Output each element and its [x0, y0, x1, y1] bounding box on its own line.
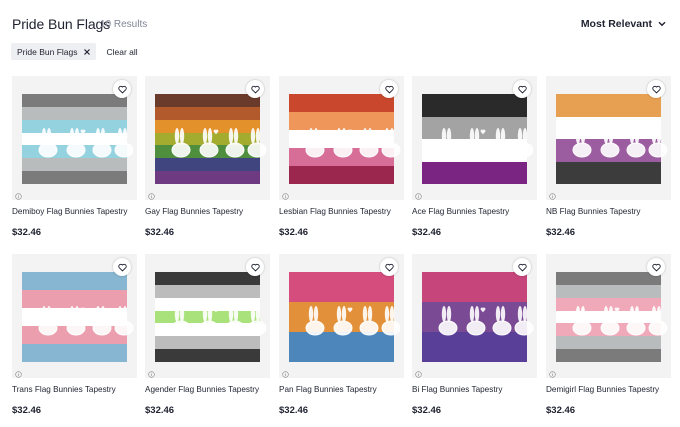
filter-chip[interactable]: Pride Bun Flags: [11, 43, 97, 60]
tapestry-flag-image: [155, 272, 267, 363]
product-price: $32.46: [145, 227, 175, 238]
product-image[interactable]: [145, 254, 270, 378]
tapestry-flag-image: [289, 94, 401, 184]
product-price: $32.46: [12, 227, 42, 238]
bunnies-motif: [167, 126, 267, 160]
product-card[interactable]: Ace Flag Bunnies Tapestry $32.46: [412, 76, 537, 246]
info-icon[interactable]: [282, 365, 289, 378]
bunnies-motif: [301, 126, 401, 160]
info-icon[interactable]: [415, 365, 422, 378]
favorite-heart-icon[interactable]: [513, 80, 531, 98]
info-icon[interactable]: [549, 187, 556, 200]
bunnies-motif: [34, 126, 134, 160]
info-icon[interactable]: [415, 187, 422, 200]
product-name[interactable]: Lesbian Flag Bunnies Tapestry: [279, 207, 391, 216]
product-price: $32.46: [12, 405, 42, 416]
bunnies-motif: [434, 126, 534, 160]
product-card[interactable]: Pan Flag Bunnies Tapestry $32.46: [279, 254, 404, 424]
tapestry-flag-image: [289, 272, 401, 362]
product-name[interactable]: Demigirl Flag Bunnies Tapestry: [546, 385, 659, 394]
bunnies-motif: [301, 304, 401, 338]
info-icon[interactable]: [549, 365, 556, 378]
product-card[interactable]: Gay Flag Bunnies Tapestry $32.46: [145, 76, 270, 246]
product-price: $32.46: [546, 227, 576, 238]
sort-label: Most Relevant: [580, 18, 652, 30]
favorite-heart-icon[interactable]: [246, 258, 264, 276]
info-icon[interactable]: [15, 365, 22, 378]
product-image[interactable]: [412, 254, 537, 378]
info-icon[interactable]: [148, 365, 155, 378]
info-icon[interactable]: [148, 187, 155, 200]
product-price: $32.46: [145, 405, 175, 416]
product-image[interactable]: [546, 76, 671, 200]
product-card[interactable]: Agender Flag Bunnies Tapestry $32.46: [145, 254, 270, 424]
favorite-heart-icon[interactable]: [380, 258, 398, 276]
favorite-heart-icon[interactable]: [647, 80, 665, 98]
product-image[interactable]: [12, 76, 137, 200]
product-price: $32.46: [412, 227, 442, 238]
favorite-heart-icon[interactable]: [113, 258, 131, 276]
product-name[interactable]: Trans Flag Bunnies Tapestry: [12, 385, 116, 394]
product-image[interactable]: [546, 254, 671, 378]
tapestry-flag-image: [22, 272, 134, 362]
product-image[interactable]: [145, 76, 270, 200]
favorite-heart-icon[interactable]: [246, 80, 264, 98]
tapestry-flag-image: [556, 94, 668, 184]
active-filters: Pride Bun Flags Clear all: [11, 43, 138, 60]
product-name[interactable]: Gay Flag Bunnies Tapestry: [145, 207, 243, 216]
product-image[interactable]: [279, 76, 404, 200]
tapestry-flag-image: [155, 94, 267, 185]
product-card[interactable]: Demigirl Flag Bunnies Tapestry $32.46: [546, 254, 671, 424]
filter-chip-label: Pride Bun Flags: [17, 46, 78, 57]
page-title: Pride Bun Flags: [12, 16, 111, 32]
product-name[interactable]: Bi Flag Bunnies Tapestry: [412, 385, 502, 394]
info-icon[interactable]: [15, 187, 22, 200]
chevron-down-icon: [658, 21, 666, 27]
product-price: $32.46: [412, 405, 442, 416]
product-image[interactable]: [412, 76, 537, 200]
sort-dropdown[interactable]: Most Relevant: [581, 18, 666, 30]
bunnies-motif: [568, 126, 668, 160]
product-card[interactable]: NB Flag Bunnies Tapestry $32.46: [546, 76, 671, 246]
tapestry-flag-image: [22, 94, 134, 185]
results-header: Pride Bun Flags 10 Results Most Relevant: [12, 14, 666, 36]
product-image[interactable]: [12, 254, 137, 378]
clear-all-link[interactable]: Clear all: [106, 47, 137, 57]
product-name[interactable]: Pan Flag Bunnies Tapestry: [279, 385, 377, 394]
close-icon[interactable]: [84, 48, 91, 55]
product-name[interactable]: Agender Flag Bunnies Tapestry: [145, 385, 259, 394]
product-name[interactable]: NB Flag Bunnies Tapestry: [546, 207, 641, 216]
tapestry-flag-image: [422, 272, 534, 362]
favorite-heart-icon[interactable]: [380, 80, 398, 98]
tapestry-flag-image: [422, 94, 534, 184]
results-count: 10 Results: [100, 19, 148, 30]
product-card[interactable]: Demiboy Flag Bunnies Tapestry $32.46: [12, 76, 137, 246]
bunnies-motif: [434, 304, 534, 338]
product-card[interactable]: Lesbian Flag Bunnies Tapestry $32.46: [279, 76, 404, 246]
info-icon[interactable]: [282, 187, 289, 200]
product-price: $32.46: [279, 405, 309, 416]
product-price: $32.46: [279, 227, 309, 238]
favorite-heart-icon[interactable]: [513, 258, 531, 276]
favorite-heart-icon[interactable]: [647, 258, 665, 276]
bunnies-motif: [34, 304, 134, 338]
product-image[interactable]: [279, 254, 404, 378]
product-price: $32.46: [546, 405, 576, 416]
bunnies-motif: [167, 304, 267, 338]
product-name[interactable]: Demiboy Flag Bunnies Tapestry: [12, 207, 127, 216]
product-card[interactable]: Trans Flag Bunnies Tapestry $32.46: [12, 254, 137, 424]
tapestry-flag-image: [556, 272, 668, 363]
favorite-heart-icon[interactable]: [113, 80, 131, 98]
product-name[interactable]: Ace Flag Bunnies Tapestry: [412, 207, 509, 216]
bunnies-motif: [568, 304, 668, 338]
product-card[interactable]: Bi Flag Bunnies Tapestry $32.46: [412, 254, 537, 424]
